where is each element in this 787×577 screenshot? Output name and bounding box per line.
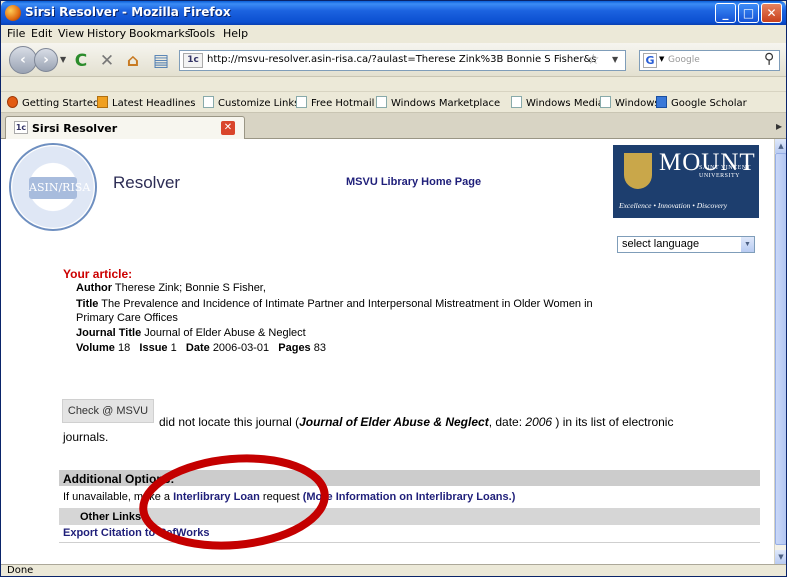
article-author: Author Therese Zink; Bonnie S Fisher, (76, 282, 266, 294)
article-details: Volume 18 Issue 1 Date 2006-03-01 Pages … (76, 342, 326, 354)
menu-file[interactable]: File (7, 27, 25, 40)
menu-history[interactable]: History (87, 27, 126, 40)
language-select-value: select language (622, 238, 700, 250)
toolbar-spacer (1, 77, 786, 91)
browser-window: Sirsi Resolver - Mozilla Firefox _ □ ✕ F… (0, 0, 787, 577)
interlibrary-loan-line: If unavailable, make a Interlibrary Loan… (63, 491, 516, 503)
back-button[interactable]: ‹ (9, 46, 37, 74)
tab-close-icon[interactable]: ✕ (221, 121, 235, 135)
additional-options-heading: Additional Options: (63, 472, 175, 486)
page-icon (376, 96, 387, 108)
language-select[interactable]: select language ▼ (617, 236, 755, 253)
bookmark-google-scholar[interactable]: Google Scholar (656, 96, 747, 109)
menu-bookmarks[interactable]: Bookmarks (129, 27, 190, 40)
rss-icon (97, 96, 108, 108)
minimize-button[interactable]: _ (715, 3, 736, 23)
forward-button[interactable]: › (34, 48, 58, 72)
status-text: Done (7, 565, 34, 576)
bookmark-windows-marketplace[interactable]: Windows Marketplace (376, 96, 500, 109)
title-bar: Sirsi Resolver - Mozilla Firefox _ □ ✕ (1, 1, 786, 25)
scholar-icon (656, 96, 667, 108)
bookmark-windows-media[interactable]: Windows Media (511, 96, 604, 109)
page-icon (203, 96, 214, 108)
search-engine-dropdown-icon[interactable]: ▼ (659, 55, 664, 63)
url-text[interactable]: http://msvu-resolver.asin-risa.ca/?aulas… (207, 54, 597, 65)
tab-favicon-icon: 1c (14, 121, 28, 134)
article-title-cont: Primary Care Offices (76, 312, 178, 324)
scroll-thumb[interactable] (775, 153, 786, 545)
add-bookmark-icon[interactable]: ▤ (151, 51, 171, 71)
msvu-logo[interactable]: MOUNT SAINT VINCENT UNIVERSITY Excellence… (613, 145, 759, 218)
menu-edit[interactable]: Edit (31, 27, 52, 40)
ill-info-link[interactable]: (More Information on Interlibrary Loans.… (303, 491, 516, 503)
other-links-heading: Other Links (80, 511, 142, 523)
menu-help[interactable]: Help (223, 27, 248, 40)
url-bar[interactable]: 1c http://msvu-resolver.asin-risa.ca/?au… (179, 50, 626, 71)
search-engine-icon[interactable]: G (643, 53, 657, 68)
article-title: Title The Prevalence and Incidence of In… (76, 298, 593, 310)
page-content: ASIN/RISA Resolver MSVU Library Home Pag… (1, 139, 774, 564)
msvu-shield-icon (624, 153, 652, 189)
firefox-icon (5, 5, 21, 21)
history-dropdown-icon[interactable]: ▼ (60, 55, 66, 64)
export-citation-link[interactable]: Export Citation to RefWorks (63, 527, 209, 539)
page-icon (511, 96, 522, 108)
asin-logo-text: ASIN/RISA (29, 177, 90, 199)
menu-tools[interactable]: Tools (188, 27, 215, 40)
bookmark-star-icon[interactable]: ☆ (587, 52, 600, 68)
bookmark-windows[interactable]: Windows (600, 96, 660, 109)
home-icon[interactable]: ⌂ (123, 51, 143, 71)
article-journal: Journal Title Journal of Elder Abuse & N… (76, 327, 306, 339)
page-icon (296, 96, 307, 108)
bookmark-getting-started[interactable]: Getting Started (7, 96, 99, 109)
divider (59, 542, 760, 543)
tab-list-icon[interactable]: ▸ (776, 119, 782, 133)
vertical-scrollbar[interactable]: ▲ ▼ (774, 139, 786, 564)
search-box[interactable]: G ▼ Google ⚲ (639, 50, 780, 71)
tab-label: Sirsi Resolver (32, 122, 118, 135)
asin-risa-logo: ASIN/RISA (9, 143, 97, 231)
menu-view[interactable]: View (58, 27, 84, 40)
search-icon[interactable]: ⚲ (764, 51, 774, 67)
other-links-bar (59, 508, 760, 525)
msvu-tagline: Excellence • Innovation • Discovery (619, 201, 728, 210)
reload-icon[interactable]: C (71, 51, 91, 71)
library-home-link[interactable]: MSVU Library Home Page (346, 176, 481, 188)
chevron-down-icon[interactable]: ▼ (741, 237, 754, 252)
check-msvu-button[interactable]: Check @ MSVU (62, 399, 154, 423)
not-found-notice-cont: journals. (63, 430, 109, 444)
bookmarks-toolbar: Getting Started Latest Headlines Customi… (1, 91, 786, 113)
navigation-toolbar: ‹ › ▼ C ✕ ⌂ ▤ 1c http://msvu-resolver.as… (1, 43, 786, 77)
your-article-heading: Your article: (63, 267, 133, 281)
status-bar: Done (1, 564, 786, 576)
close-button[interactable]: ✕ (761, 3, 782, 23)
page-icon (600, 96, 611, 108)
scroll-up-icon[interactable]: ▲ (775, 139, 786, 153)
tab-bar: 1c Sirsi Resolver ✕ ▸ (1, 113, 786, 139)
menu-bar: File Edit View History Bookmarks Tools H… (1, 25, 786, 43)
tab-sirsi-resolver[interactable]: 1c Sirsi Resolver ✕ (5, 116, 245, 139)
msvu-logo-sub: SAINT VINCENT UNIVERSITY (699, 165, 751, 179)
search-placeholder[interactable]: Google (668, 55, 700, 65)
url-dropdown-icon[interactable]: ▼ (612, 55, 618, 64)
stop-icon[interactable]: ✕ (97, 51, 117, 71)
window-title: Sirsi Resolver - Mozilla Firefox (25, 5, 231, 19)
firefox-bookmark-icon (7, 96, 18, 108)
bookmark-free-hotmail[interactable]: Free Hotmail (296, 96, 374, 109)
bookmark-customize-links[interactable]: Customize Links (203, 96, 299, 109)
not-found-notice: did not locate this journal (Journal of … (159, 415, 674, 429)
resolver-title: Resolver (113, 173, 181, 192)
bookmark-latest-headlines[interactable]: Latest Headlines (97, 96, 196, 109)
site-favicon-icon: 1c (183, 53, 203, 68)
interlibrary-loan-link[interactable]: Interlibrary Loan (173, 491, 260, 503)
maximize-button[interactable]: □ (738, 3, 759, 23)
scroll-down-icon[interactable]: ▼ (775, 550, 786, 564)
